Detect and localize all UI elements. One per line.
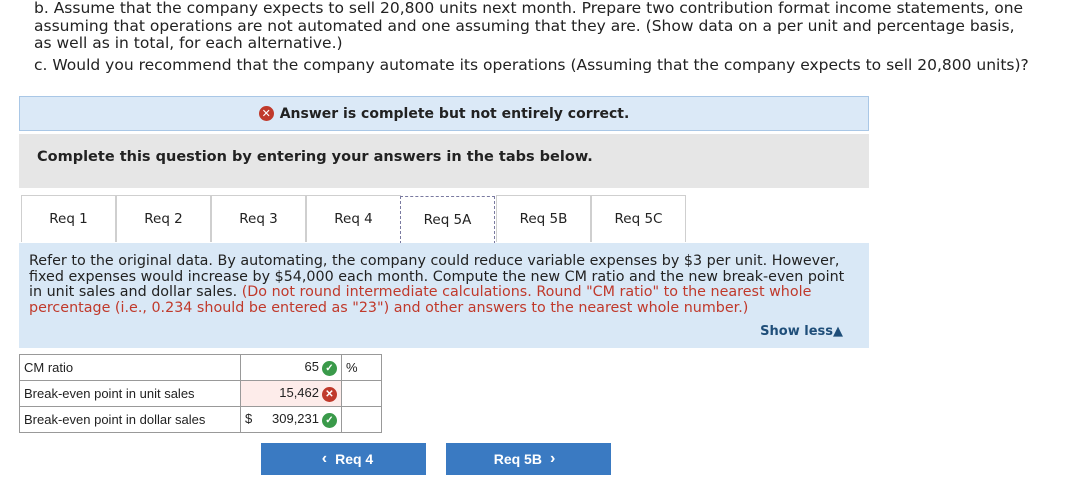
tab-req-4[interactable]: Req 4 xyxy=(306,195,401,242)
currency-prefix: $ xyxy=(245,411,253,427)
unit-cell xyxy=(341,380,382,407)
tab-label: Req 2 xyxy=(144,211,183,227)
tab-label: Req 5C xyxy=(614,211,663,227)
tab-req-1[interactable]: Req 1 xyxy=(21,195,116,242)
x-circle-icon: ✕ xyxy=(322,386,337,402)
show-less-link[interactable]: Show less▲ xyxy=(760,324,843,339)
answer-status-banner: ✕ Answer is complete but not entirely co… xyxy=(19,96,869,131)
chevron-right-icon: › xyxy=(549,450,556,467)
banner-text: Answer is complete but not entirely corr… xyxy=(279,105,630,122)
question-content-panel: Refer to the original data. By automatin… xyxy=(19,243,869,348)
instructions-panel: Complete this question by entering your … xyxy=(19,134,869,188)
tab-label: Req 4 xyxy=(334,211,373,227)
tab-req-3[interactable]: Req 3 xyxy=(211,195,306,242)
table-row: Break-even point in unit sales 15,462 ✕ xyxy=(19,380,382,407)
row-label: Break-even point in dollar sales xyxy=(19,406,241,433)
question-part-b: b. Assume that the company expects to se… xyxy=(34,0,1024,52)
check-circle-icon: ✓ xyxy=(322,360,337,376)
row-label: CM ratio xyxy=(19,354,241,381)
req-tabs: Req 1 Req 2 Req 3 Req 4 Req 5A Req 5B Re… xyxy=(19,195,869,244)
tab-req-2[interactable]: Req 2 xyxy=(116,195,211,242)
tab-req-5a[interactable]: Req 5A xyxy=(400,196,495,244)
question-part-c: c. Would you recommend that the company … xyxy=(34,56,1029,74)
tab-label: Req 5A xyxy=(423,212,472,228)
prev-req-button[interactable]: ‹ Req 4 xyxy=(261,443,426,475)
next-button-label: Req 5B xyxy=(493,451,542,467)
cell-value: 65 xyxy=(304,359,319,375)
check-circle-icon: ✓ xyxy=(322,412,337,428)
content-body: Refer to the original data. By automatin… xyxy=(29,253,861,316)
next-req-button[interactable]: Req 5B › xyxy=(446,443,611,475)
table-row: CM ratio 65 ✓ % xyxy=(19,354,382,381)
chevron-left-icon: ‹ xyxy=(321,450,328,467)
cell-value: 309,231 xyxy=(272,411,319,427)
prev-button-label: Req 4 xyxy=(335,451,374,467)
cm-ratio-input[interactable]: 65 ✓ xyxy=(240,354,342,381)
x-circle-icon: ✕ xyxy=(258,106,274,121)
cell-value: 15,462 xyxy=(279,385,319,401)
row-label: Break-even point in unit sales xyxy=(19,380,241,407)
tab-label: Req 1 xyxy=(49,211,88,227)
tab-label: Req 3 xyxy=(239,211,278,227)
tab-req-5b[interactable]: Req 5B xyxy=(496,195,591,242)
tab-label: Req 5B xyxy=(519,211,568,227)
tab-req-5c[interactable]: Req 5C xyxy=(591,195,686,242)
unit-cell: % xyxy=(341,354,382,381)
question-text: b. Assume that the company expects to se… xyxy=(34,0,1034,53)
break-even-units-input[interactable]: 15,462 ✕ xyxy=(240,380,342,407)
break-even-dollars-input[interactable]: $309,231 ✓ xyxy=(240,406,342,433)
unit-cell xyxy=(341,406,382,433)
table-row: Break-even point in dollar sales $309,23… xyxy=(19,406,382,433)
answer-table: CM ratio 65 ✓ % Break-even point in unit … xyxy=(19,354,382,433)
instructions-text: Complete this question by entering your … xyxy=(37,149,593,165)
